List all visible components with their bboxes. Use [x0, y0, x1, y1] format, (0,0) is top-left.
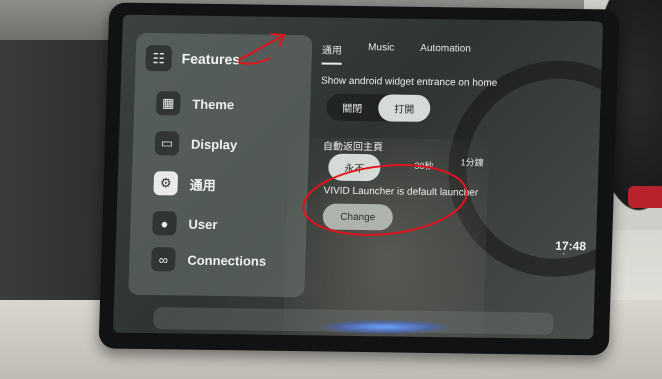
car-photo: ☷ Features ▦ Theme ▭ Display ⚙ 通用 ● User…	[0, 0, 662, 379]
annotation-arrow	[237, 35, 283, 61]
annotation-underline	[237, 57, 271, 65]
annotation-circle	[302, 164, 468, 236]
red-annotations	[237, 33, 468, 236]
